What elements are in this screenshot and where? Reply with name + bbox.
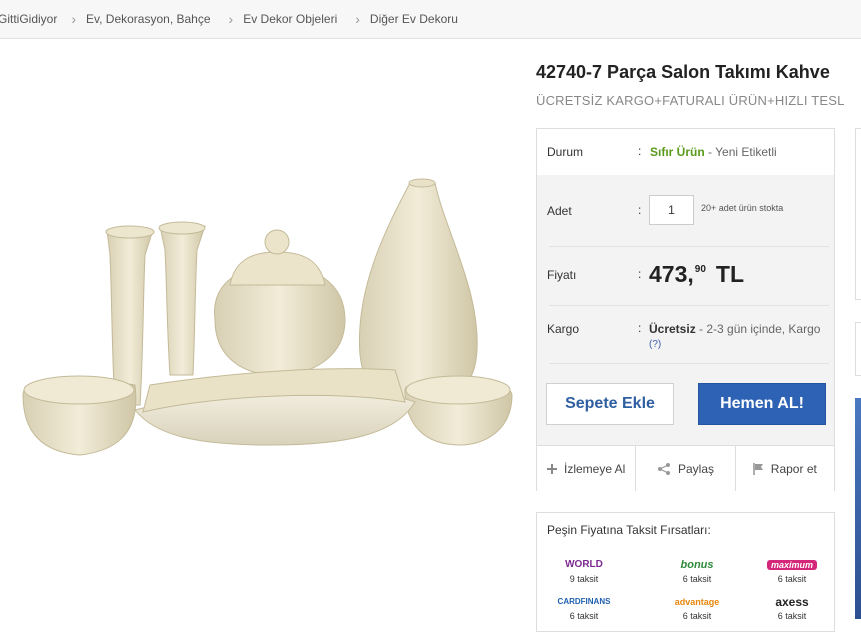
breadcrumb-link[interactable]: Ev, Dekorasyon, Bahçe (86, 12, 211, 26)
side-banner[interactable] (855, 398, 861, 619)
cardfinans-logo: CARDFINANS (557, 597, 611, 606)
side-panel (855, 322, 861, 376)
breadcrumb-category[interactable]: › Ev, Dekorasyon, Bahçe (57, 11, 210, 27)
share-label: Paylaş (677, 461, 714, 476)
breadcrumb-link[interactable]: Ev Dekor Objeleri (243, 12, 337, 26)
price-integer: 473, (649, 261, 694, 287)
price-currency: TL (715, 261, 744, 287)
divider (549, 246, 829, 247)
installment-count: 9 taksit (569, 574, 599, 584)
price: 473,90 TL (649, 261, 744, 288)
stock-text: 20+ adet ürün stokta (701, 203, 784, 213)
buy-now-button[interactable]: Hemen AL! (698, 383, 826, 425)
quantity-label: Adet (547, 204, 572, 218)
card-axess[interactable]: axess 6 taksit (747, 595, 837, 621)
installments-title: Peşin Fiyatına Taksit Fırsatları: (547, 523, 711, 537)
condition-value: Sıfır Ürün - Yeni Etiketli (650, 145, 777, 159)
divider (549, 363, 829, 364)
share-icon (657, 462, 670, 475)
add-to-cart-button[interactable]: Sepete Ekle (546, 383, 674, 425)
breadcrumb: GittiGidiyor › Ev, Dekorasyon, Bahçe › E… (0, 0, 861, 39)
report-label: Rapor et (770, 461, 817, 476)
condition-extra-text: - Yeni Etiketli (704, 145, 777, 159)
maximum-logo-text: maximum (766, 560, 818, 570)
divider (549, 305, 829, 306)
world-logo: WORLD (565, 559, 603, 570)
card-cardfinans[interactable]: CARDFINANS 6 taksit (539, 595, 629, 621)
chevron-right-icon: › (71, 11, 77, 27)
product-info-box: Durum : Sıfır Ürün - Yeni Etiketli Adet … (536, 128, 835, 491)
product-subtitle: ÜCRETSİZ KARGO+FATURALI ÜRÜN+HIZLI TESL (536, 93, 845, 108)
installment-count: 6 taksit (682, 574, 712, 584)
installment-count: 6 taksit (682, 611, 712, 621)
breadcrumb-link[interactable]: GittiGidiyor (0, 12, 57, 26)
price-decimal: 90 (694, 264, 706, 275)
report-button[interactable]: Rapor et (736, 446, 834, 491)
card-advantage[interactable]: advantage 6 taksit (652, 595, 742, 621)
side-panel (855, 128, 861, 300)
product-actions: İzlemeye Al Paylaş Rapor et (537, 445, 834, 491)
flag-icon (752, 462, 763, 475)
installments-box: Peşin Fiyatına Taksit Fırsatları: WORLD … (536, 512, 835, 632)
colon: : (638, 267, 642, 281)
card-maximum[interactable]: maximum 6 taksit (747, 558, 837, 584)
product-title: 42740-7 Parça Salon Takımı Kahve (536, 62, 830, 82)
condition-label: Durum (547, 145, 584, 159)
installment-count: 6 taksit (777, 611, 807, 621)
breadcrumb-home[interactable]: GittiGidiyor (0, 12, 57, 26)
shipping-free-text: Ücretsiz (649, 322, 696, 336)
installment-count: 6 taksit (569, 611, 599, 621)
shipping-help-link[interactable]: (?) (649, 339, 661, 350)
breadcrumb-current[interactable]: › Diğer Ev Dekoru (337, 11, 458, 27)
card-world[interactable]: WORLD 9 taksit (539, 558, 629, 584)
shipping-time-text: - 2-3 gün içinde, Kargo (695, 322, 821, 336)
watch-button[interactable]: İzlemeye Al (537, 446, 637, 491)
colon: : (638, 203, 642, 217)
price-label: Fiyatı (547, 268, 577, 282)
purchase-panel: Adet : 1 20+ adet ürün stokta Fiyatı : 4… (537, 175, 834, 445)
breadcrumb-subcategory[interactable]: › Ev Dekor Objeleri (211, 11, 338, 27)
product-image[interactable] (15, 140, 520, 480)
shipping-value: Ücretsiz - 2-3 gün içinde, Kargo (?) (649, 322, 820, 352)
share-button[interactable]: Paylaş (636, 446, 736, 491)
colon: : (638, 144, 642, 158)
installment-count: 6 taksit (777, 574, 807, 584)
chevron-right-icon: › (228, 11, 234, 27)
card-bonus[interactable]: bonus 6 taksit (652, 558, 742, 584)
advantage-logo: advantage (674, 597, 720, 607)
plus-icon (546, 463, 557, 474)
condition-new-text: Sıfır Ürün (650, 145, 705, 159)
chevron-right-icon: › (355, 11, 360, 27)
breadcrumb-link[interactable]: Diğer Ev Dekoru (370, 12, 458, 26)
bonus-logo: bonus (680, 559, 714, 571)
watch-label: İzlemeye Al (563, 461, 626, 476)
shipping-label: Kargo (547, 322, 580, 336)
colon: : (638, 321, 642, 335)
quantity-input[interactable]: 1 (649, 195, 694, 225)
condition-row: Durum : Sıfır Ürün - Yeni Etiketli (537, 129, 834, 176)
axess-logo: axess (775, 595, 809, 609)
maximum-logo: maximum (747, 558, 837, 572)
